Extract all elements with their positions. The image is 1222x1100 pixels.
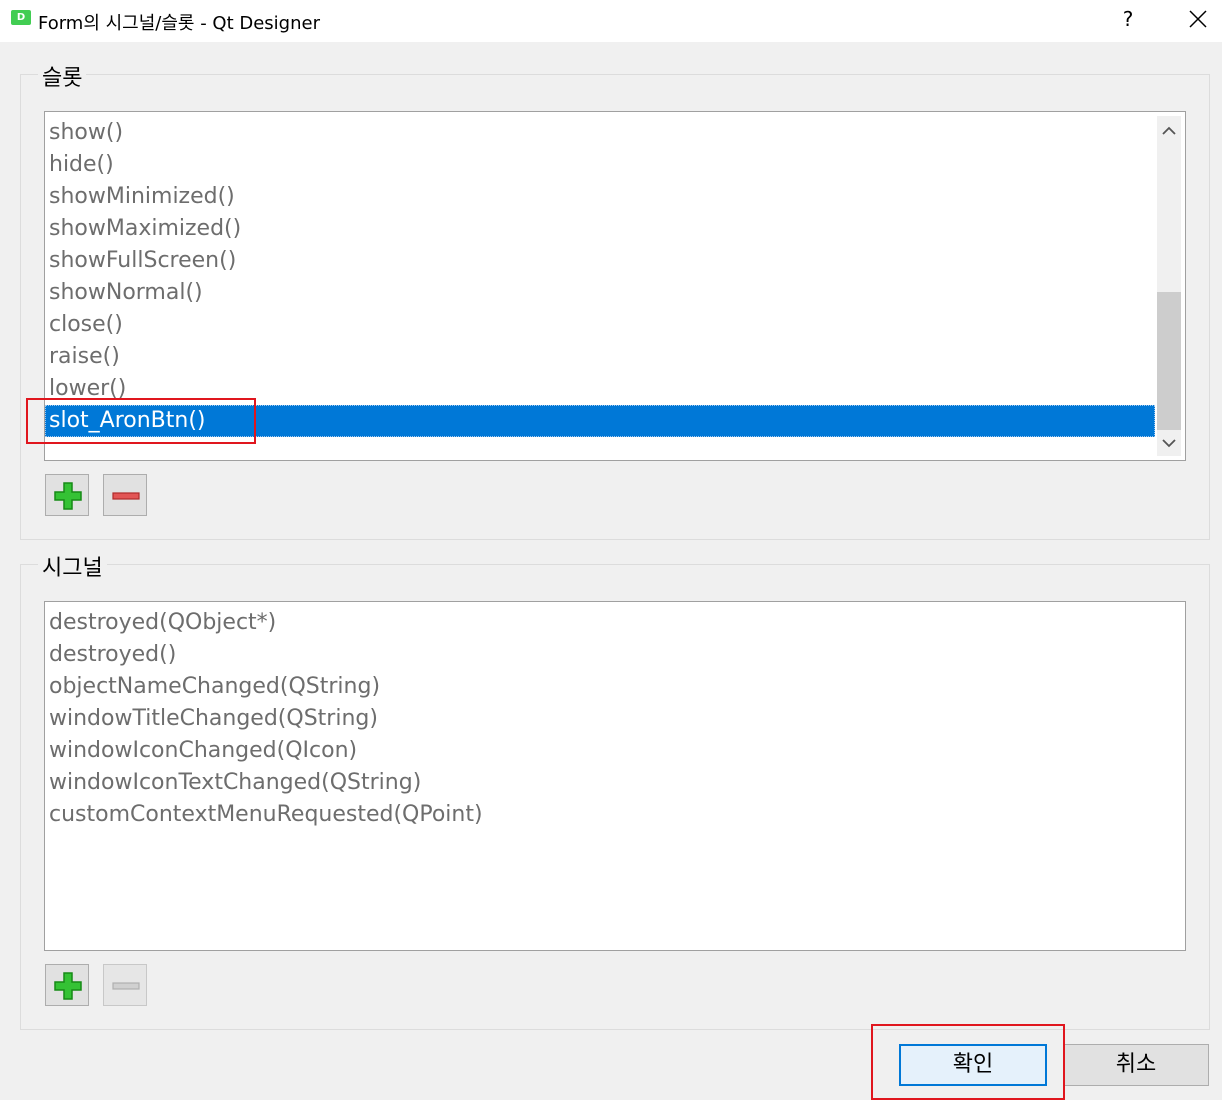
chevron-up-icon	[1162, 126, 1176, 135]
plus-icon	[54, 482, 82, 510]
slot-list-item[interactable]: showMaximized()	[49, 213, 241, 245]
slot-list-item[interactable]: showFullScreen()	[49, 245, 236, 277]
add-slot-button[interactable]	[45, 474, 89, 516]
slot-list-item[interactable]: showNormal()	[49, 277, 203, 309]
minus-icon	[112, 492, 140, 500]
help-button[interactable]: ?	[1110, 0, 1146, 38]
scroll-up-button[interactable]	[1157, 120, 1181, 144]
window-title: Form의 시그널/슬롯 - Qt Designer	[38, 13, 320, 34]
slot-list-item[interactable]: showMinimized()	[49, 181, 235, 213]
chevron-down-icon	[1162, 439, 1176, 448]
slot-list-item[interactable]: hide()	[49, 149, 114, 181]
cancel-button[interactable]: 취소	[1063, 1044, 1209, 1086]
add-signal-button[interactable]	[45, 964, 89, 1006]
remove-signal-button[interactable]	[103, 964, 147, 1006]
minus-icon	[112, 982, 140, 990]
title-bar: D Form의 시그널/슬롯 - Qt Designer ?	[0, 0, 1222, 42]
annotation-highlight-slot	[26, 398, 256, 444]
signal-list-item[interactable]: windowIconTextChanged(QString)	[49, 767, 421, 799]
slot-list-item[interactable]: close()	[49, 309, 123, 341]
signal-list-item[interactable]: destroyed()	[49, 639, 176, 671]
signal-list-item[interactable]: windowIconChanged(QIcon)	[49, 735, 357, 767]
signal-list-item[interactable]: objectNameChanged(QString)	[49, 671, 380, 703]
scroll-thumb[interactable]	[1157, 292, 1181, 430]
close-icon	[1189, 10, 1207, 28]
scroll-down-button[interactable]	[1157, 432, 1181, 456]
slots-scrollbar[interactable]	[1157, 116, 1181, 456]
close-button[interactable]	[1176, 0, 1220, 38]
qt-designer-app-icon: D	[11, 10, 31, 25]
signal-list-item[interactable]: customContextMenuRequested(QPoint)	[49, 799, 483, 831]
plus-icon	[54, 972, 82, 1000]
slot-list-item[interactable]: raise()	[49, 341, 120, 373]
signals-list[interactable]: destroyed(QObject*) destroyed() objectName…	[44, 601, 1186, 951]
remove-slot-button[interactable]	[103, 474, 147, 516]
signals-group-title: 시그널	[38, 550, 107, 582]
annotation-highlight-ok	[871, 1024, 1065, 1100]
slots-group-title: 슬롯	[38, 60, 87, 92]
slot-list-item[interactable]: show()	[49, 117, 123, 149]
signal-list-item[interactable]: windowTitleChanged(QString)	[49, 703, 378, 735]
signal-list-item[interactable]: destroyed(QObject*)	[49, 607, 276, 639]
